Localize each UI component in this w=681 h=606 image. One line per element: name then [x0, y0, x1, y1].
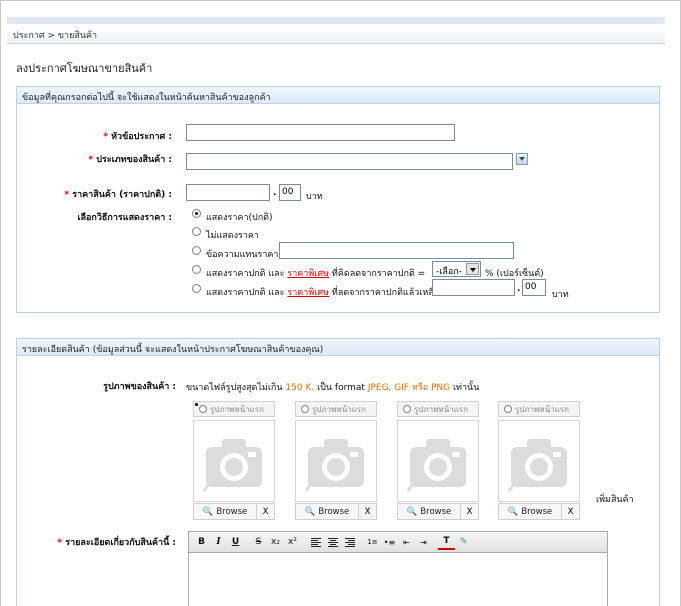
price-text-input[interactable] [279, 242, 514, 259]
ordered-list-icon[interactable]: 1≡ [364, 534, 381, 550]
discount-percent-select[interactable]: -เลือก- [432, 261, 481, 277]
decimal-dot: . [273, 188, 277, 198]
decimal-dot-2: . [517, 284, 521, 294]
discount-decimal-input[interactable]: 00 [522, 279, 546, 296]
special-price-link-2[interactable]: ราคาพิเศษ [287, 288, 329, 298]
radio-hide-price[interactable] [192, 227, 201, 236]
remove-button-2[interactable]: X [358, 504, 376, 519]
top-strip [7, 17, 665, 24]
radio-main-photo-4[interactable] [504, 405, 512, 413]
align-right-icon[interactable] [341, 534, 358, 550]
photo-slot-3: รูปภาพหน้าแรก 🔍 Browse X [397, 401, 479, 520]
breadcrumb-text[interactable]: ประกาศ > ขายสินค้า [13, 31, 97, 41]
radio-discount-percent[interactable] [192, 265, 201, 274]
page-title: ลงประกาศโฆษณาขายสินค้า [16, 62, 153, 75]
search-icon: 🔍 [202, 506, 214, 517]
editor-toolbar: B I U S x₂ x² 1≡ •≡ ⇤ ⇥ T ✎ [188, 531, 608, 553]
select-arrow-icon [466, 263, 479, 275]
product-detail-header: รายละเอียดสินค้า (ข้อมูลส่วนนี้ จะแสดงใน… [17, 339, 659, 356]
search-icon: 🔍 [304, 506, 316, 517]
add-product-link[interactable]: เพิ่มสินค้า [596, 492, 634, 506]
browse-button-1[interactable]: 🔍 Browse [194, 504, 256, 519]
discount-amount-input[interactable] [432, 279, 515, 296]
opt-discount-amount: แสดงราคาปกติ และ ราคาพิเศษ ที่ลดจากราคาป… [206, 288, 440, 298]
text-color-icon[interactable]: T [438, 534, 455, 550]
display-method-label: เลือกวิธีการแสดงราคา : [77, 213, 172, 223]
radio-main-photo-1[interactable] [199, 405, 207, 413]
camera-icon [295, 420, 377, 502]
photo-tab-4[interactable]: รูปภาพหน้าแรก [498, 401, 580, 417]
price-unit: บาท [306, 192, 323, 202]
italic-button[interactable]: I [210, 534, 227, 550]
browse-button-4[interactable]: 🔍 Browse [499, 504, 561, 519]
camera-icon [193, 420, 275, 502]
radio-main-photo-2[interactable] [301, 405, 309, 413]
underline-button[interactable]: U [227, 534, 244, 550]
photo-tab-3[interactable]: รูปภาพหน้าแรก [397, 401, 479, 417]
camera-icon [498, 420, 580, 502]
photo-label: รูปภาพของสินค้า : [103, 382, 176, 392]
radio-discount-amount[interactable] [192, 284, 201, 293]
opt-text-price: ข้อความแทนราคา [206, 250, 279, 260]
search-icon: 🔍 [507, 506, 519, 517]
outdent-icon[interactable]: ⇤ [398, 534, 415, 550]
chevron-down-icon[interactable] [516, 153, 528, 165]
browse-button-2[interactable]: 🔍 Browse [296, 504, 358, 519]
opt-hide-price: ไม่แสดงราคา [206, 231, 259, 241]
detail-editor[interactable] [188, 553, 608, 606]
align-center-icon[interactable] [324, 534, 341, 550]
bold-button[interactable]: B [193, 534, 210, 550]
breadcrumb: ประกาศ > ขายสินค้า [7, 24, 665, 44]
type-label: * ประเภทของสินค้า : [88, 155, 172, 165]
radio-main-photo-3[interactable] [403, 405, 411, 413]
title-input[interactable] [186, 124, 455, 141]
unordered-list-icon[interactable]: •≡ [381, 534, 398, 550]
price-decimal-input[interactable]: 00 [279, 184, 301, 201]
opt-discount-percent: แสดงราคาปกติ และ ราคาพิเศษ ที่คิดลดจากรา… [206, 269, 426, 279]
highlight-color-icon[interactable]: ✎ [455, 534, 472, 550]
photo-slot-1: รูปภาพหน้าแรก 🔍 Browse X [193, 401, 275, 520]
strikethrough-button[interactable]: S [250, 534, 267, 550]
discount-unit: บาท [552, 290, 569, 300]
photo-note: ขนาดไฟล์รูปสูงสุดไม่เกิน 150 K. เป็น for… [186, 383, 480, 393]
browse-button-3[interactable]: 🔍 Browse [398, 504, 460, 519]
superscript-button[interactable]: x² [284, 534, 301, 550]
radio-text-price[interactable] [192, 246, 201, 255]
subscript-button[interactable]: x₂ [267, 534, 284, 550]
remove-button-4[interactable]: X [561, 504, 579, 519]
camera-icon [397, 420, 479, 502]
remove-button-1[interactable]: X [256, 504, 274, 519]
title-label: * หัวข้อประกาศ : [103, 132, 172, 142]
photo-tab-2[interactable]: รูปภาพหน้าแรก [295, 401, 377, 417]
percent-unit: % (เปอร์เซ็นต์) [485, 269, 544, 279]
search-info-header: ข้อมูลที่คุณกรอกต่อไปนี้ จะใช้แสดงในหน้า… [17, 87, 659, 104]
remove-button-3[interactable]: X [460, 504, 478, 519]
search-icon: 🔍 [406, 506, 418, 517]
photo-tab-1[interactable]: รูปภาพหน้าแรก [193, 401, 275, 417]
photo-slot-4: รูปภาพหน้าแรก 🔍 Browse X [498, 401, 580, 520]
align-left-icon[interactable] [307, 534, 324, 550]
detail-label: * รายละเอียดเกี่ยวกับสินค้านี้ : [57, 538, 176, 548]
indent-icon[interactable]: ⇥ [415, 534, 432, 550]
special-price-link[interactable]: ราคาพิเศษ [287, 269, 329, 279]
opt-show-price: แสดงราคา(ปกติ) [206, 213, 273, 223]
radio-show-price[interactable] [192, 209, 201, 218]
photo-slot-2: รูปภาพหน้าแรก 🔍 Browse X [295, 401, 377, 520]
product-type-select[interactable] [186, 153, 513, 170]
price-input[interactable] [186, 184, 270, 201]
price-label: * ราคาสินค้า (ราคาปกติ) : [64, 190, 172, 200]
